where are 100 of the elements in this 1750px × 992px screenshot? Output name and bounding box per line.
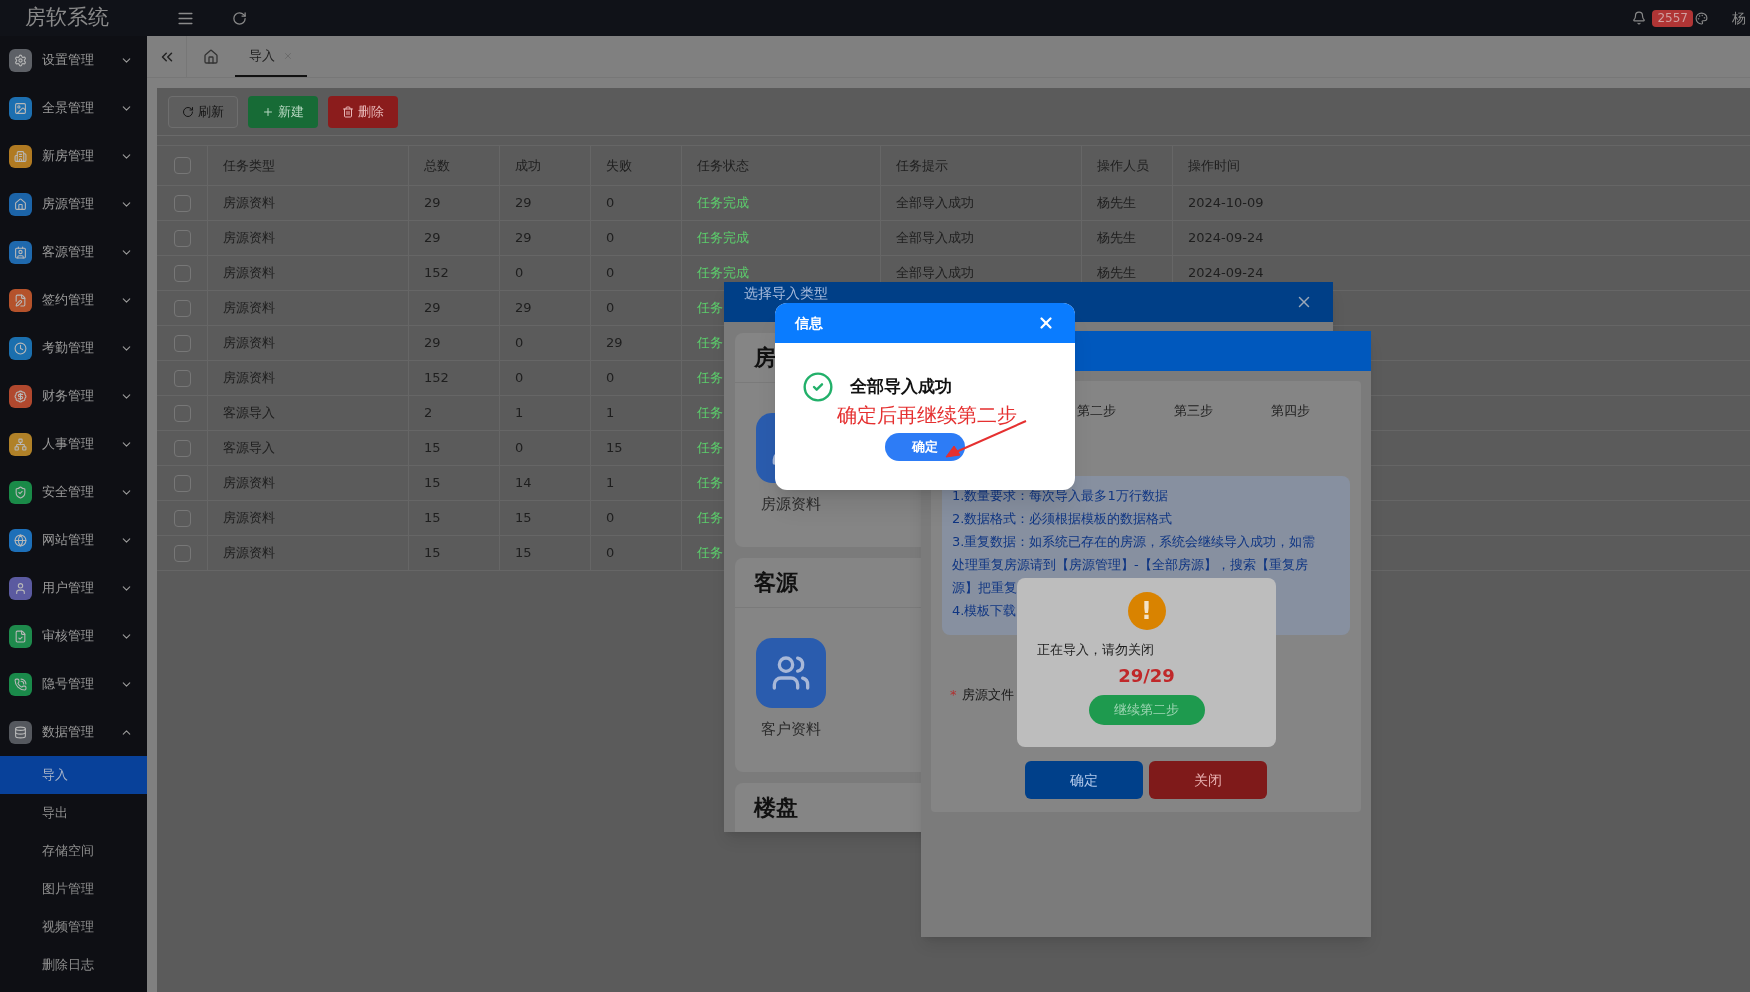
people-icon bbox=[771, 653, 811, 693]
table-cell-text: 29 bbox=[515, 194, 532, 213]
table-cell-text: 29 bbox=[424, 334, 441, 353]
table-cell-text: 15 bbox=[424, 439, 441, 458]
table-cell-text: 房源资料 bbox=[223, 264, 275, 283]
refresh-icon[interactable] bbox=[232, 10, 247, 26]
create-button[interactable]: 新建 bbox=[248, 95, 318, 128]
sidebar-menu-item[interactable]: 审核管理 bbox=[0, 612, 147, 660]
table-cell-text: 0 bbox=[606, 509, 615, 528]
table-cell-text: 房源资料 bbox=[223, 334, 275, 353]
table-cell-text: 0 bbox=[606, 544, 615, 563]
sidebar-menu-item[interactable]: 数据管理 bbox=[0, 708, 147, 756]
sidebar-submenu-item[interactable]: 导出 bbox=[0, 794, 147, 832]
table-cell-text: 15 bbox=[515, 544, 532, 563]
notification-badge: 2557 bbox=[1652, 9, 1693, 27]
ok-button[interactable]: 确定 bbox=[885, 433, 965, 461]
step-label: 第三步 bbox=[1174, 402, 1213, 420]
row-checkbox[interactable] bbox=[173, 474, 191, 492]
status-text: 任务 bbox=[697, 404, 723, 423]
sidebar-submenu-item[interactable]: 图片管理 bbox=[0, 870, 147, 908]
row-checkbox[interactable] bbox=[173, 439, 191, 457]
row-checkbox[interactable] bbox=[173, 264, 191, 282]
status-text: 任务 bbox=[697, 299, 723, 318]
delete-button[interactable]: 删除 bbox=[328, 95, 398, 128]
progress-count: 29/29 bbox=[1118, 663, 1175, 688]
user-name[interactable]: 杨 bbox=[1732, 7, 1746, 29]
table-cell-text: 152 bbox=[424, 264, 449, 283]
sidebar-submenu-item[interactable]: 视频管理 bbox=[0, 908, 147, 946]
sidebar-menu-item[interactable]: 考勤管理 bbox=[0, 324, 147, 372]
table-cell-text: 0 bbox=[606, 229, 615, 248]
row-checkbox[interactable] bbox=[173, 404, 191, 422]
status-text: 任务 bbox=[697, 439, 723, 458]
table-cell-text: 0 bbox=[515, 369, 524, 388]
note-text: 处理重复房源请到【房源管理】-【全部房源】，搜索【重复房 bbox=[952, 555, 1308, 574]
status-text: 任务 bbox=[697, 334, 723, 353]
table-cell-text: 0 bbox=[515, 334, 524, 353]
progress-message: 正在导入，请勿关闭 bbox=[1037, 641, 1154, 659]
sidebar-menu-item[interactable]: 新房管理 bbox=[0, 132, 147, 180]
warning-icon: ! bbox=[1127, 592, 1166, 630]
column-header: 成功 bbox=[515, 156, 541, 175]
select-all-checkbox[interactable] bbox=[173, 157, 191, 174]
sidebar-menu-item[interactable]: 用户管理 bbox=[0, 564, 147, 612]
table-cell-text: 客源导入 bbox=[223, 439, 275, 458]
sidebar-submenu-item[interactable]: 导入 bbox=[0, 756, 147, 794]
status-text: 任务 bbox=[697, 474, 723, 493]
status-text: 任务 bbox=[697, 369, 723, 388]
table-cell-text: 29 bbox=[424, 299, 441, 318]
sidebar-submenu-item[interactable]: 存储空间 bbox=[0, 832, 147, 870]
table-cell-text: 房源资料 bbox=[223, 509, 275, 528]
table-cell-text: 14 bbox=[515, 474, 532, 493]
page-tab[interactable]: 导入 bbox=[235, 36, 307, 77]
table-cell-text: 29 bbox=[515, 299, 532, 318]
status-text: 任务 bbox=[697, 544, 723, 563]
row-checkbox[interactable] bbox=[173, 299, 191, 317]
table-cell-text: 2 bbox=[424, 404, 433, 423]
confirm-button[interactable]: 确定 bbox=[1025, 761, 1143, 799]
required-asterisk: * bbox=[950, 685, 957, 704]
table-cell-text: 房源资料 bbox=[223, 299, 275, 318]
status-text: 任务完成 bbox=[697, 194, 749, 213]
table-cell-text: 全部导入成功 bbox=[896, 194, 974, 213]
row-checkbox[interactable] bbox=[173, 369, 191, 387]
app-logo: 房软系统 bbox=[25, 5, 109, 30]
sidebar-menu-item[interactable]: 客源管理 bbox=[0, 228, 147, 276]
sidebar-menu-item[interactable]: 签约管理 bbox=[0, 276, 147, 324]
sidebar-menu-item[interactable]: 财务管理 bbox=[0, 372, 147, 420]
sidebar-menu-item[interactable]: 隐号管理 bbox=[0, 660, 147, 708]
dialog-title: 选择导入类型 bbox=[744, 285, 829, 301]
table-cell-text: 15 bbox=[424, 544, 441, 563]
sidebar-menu-item[interactable]: 人事管理 bbox=[0, 420, 147, 468]
row-checkbox[interactable] bbox=[173, 334, 191, 352]
table-cell-text: 全部导入成功 bbox=[896, 264, 974, 283]
status-text: 任务完成 bbox=[697, 264, 749, 283]
home-icon[interactable] bbox=[203, 48, 219, 65]
close-button[interactable]: 关闭 bbox=[1149, 761, 1267, 799]
table-cell-text: 房源资料 bbox=[223, 369, 275, 388]
table-cell-text: 29 bbox=[606, 334, 623, 353]
note-text: 3.重复数据：如系统已存在的房源，系统会继续导入成功，如需 bbox=[952, 532, 1316, 551]
step-label: 第四步 bbox=[1271, 402, 1310, 420]
row-checkbox[interactable] bbox=[173, 194, 191, 212]
sidebar-menu-item[interactable]: 全景管理 bbox=[0, 84, 147, 132]
table-cell-text: 0 bbox=[515, 439, 524, 458]
status-text: 任务 bbox=[697, 509, 723, 528]
dialog-title: 信息 bbox=[795, 313, 824, 333]
row-checkbox[interactable] bbox=[173, 509, 191, 527]
annotation-text: 确定后再继续第二步 bbox=[837, 403, 1018, 427]
table-cell-text: 29 bbox=[424, 229, 441, 248]
palette-icon[interactable] bbox=[1695, 11, 1708, 25]
sidebar-submenu-item[interactable]: 删除日志 bbox=[0, 946, 147, 984]
table-cell-text: 2024-09-24 bbox=[1188, 229, 1264, 248]
row-checkbox[interactable] bbox=[173, 229, 191, 247]
sidebar-menu-item[interactable]: 设置管理 bbox=[0, 36, 147, 84]
bell-icon[interactable] bbox=[1632, 11, 1647, 25]
sidebar-menu-item[interactable]: 安全管理 bbox=[0, 468, 147, 516]
sidebar-menu-item[interactable]: 网站管理 bbox=[0, 516, 147, 564]
sidebar-menu-item[interactable]: 房源管理 bbox=[0, 180, 147, 228]
close-icon[interactable] bbox=[1037, 314, 1055, 332]
note-text: 1.数量要求：每次导入最多1万行数据 bbox=[952, 486, 1168, 505]
row-checkbox[interactable] bbox=[173, 544, 191, 562]
table-cell-text: 15 bbox=[515, 509, 532, 528]
table-cell-text: 房源资料 bbox=[223, 229, 275, 248]
